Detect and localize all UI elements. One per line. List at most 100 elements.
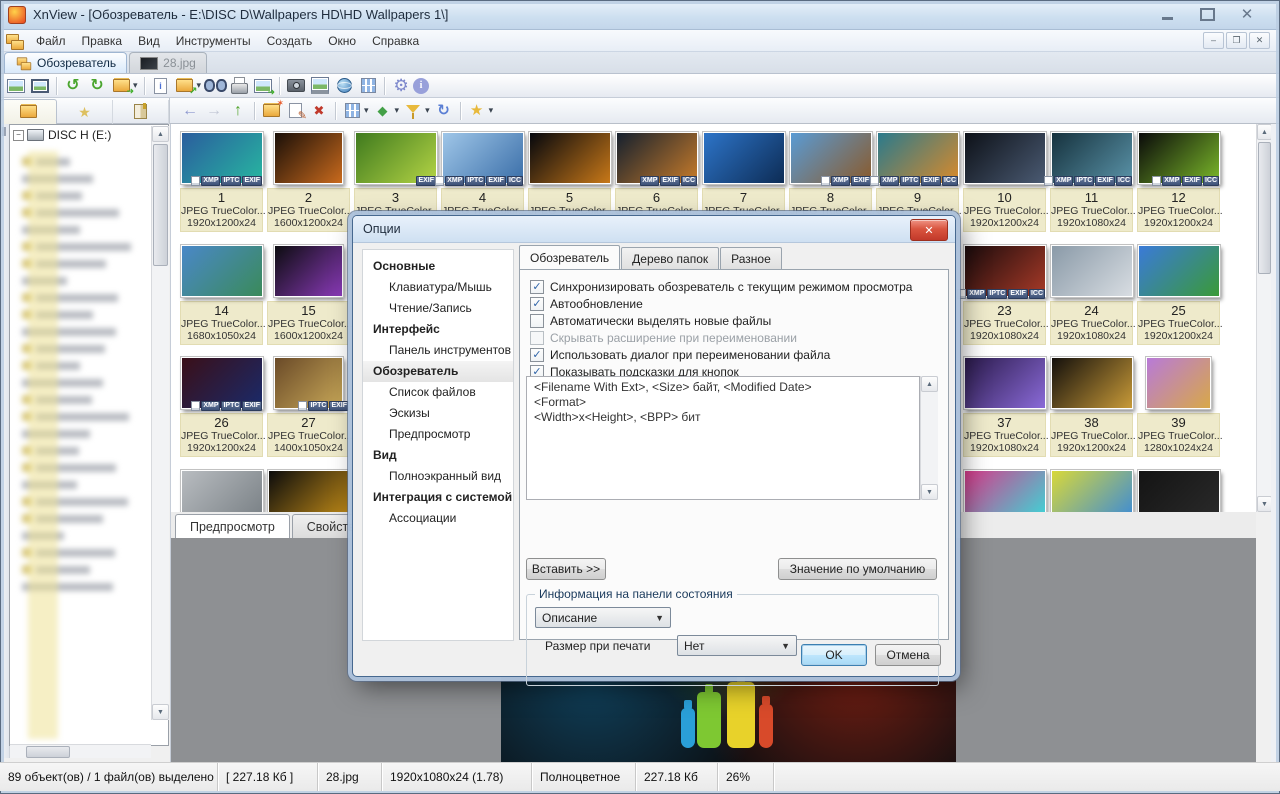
sort-button[interactable]: ◆ (371, 100, 395, 122)
rename-button[interactable] (283, 100, 307, 122)
tree-scrollbar[interactable]: ▲ ▼ (151, 126, 169, 720)
categories-panel-tab-icon[interactable] (129, 101, 153, 123)
thumbnail-cell[interactable] (180, 466, 263, 513)
favorites-button[interactable]: ★ (465, 100, 489, 122)
thumbnail-cell[interactable]: XMPIPTCEXIF1JPEG TrueColor...1920x1200x2… (180, 128, 263, 232)
browser-view-button[interactable] (4, 75, 28, 97)
checkbox-checked-icon[interactable]: ✓ (530, 297, 544, 311)
rotate-cw-button[interactable]: ↻ (85, 75, 109, 97)
checkbox-checked-icon[interactable]: ✓ (530, 280, 544, 294)
chevron-down-icon[interactable]: ▾ (489, 105, 494, 116)
thumbnail-cell[interactable]: 10JPEG TrueColor...1920x1200x24 (963, 128, 1046, 232)
back-button[interactable]: ← (178, 100, 202, 122)
options-tab-Дерево папок[interactable]: Дерево папок (621, 247, 719, 269)
options-category-Список файлов[interactable]: Список файлов (363, 382, 513, 403)
options-category-Чтение/Запись[interactable]: Чтение/Запись (363, 298, 513, 319)
search-button[interactable] (203, 75, 227, 97)
menu-item[interactable]: Правка (74, 32, 131, 50)
options-category-Панель инструментов[interactable]: Панель инструментов (363, 340, 513, 361)
thumbnail-cell[interactable]: XMPEXIFICC6JPEG TrueColor... (615, 128, 698, 220)
menu-item[interactable]: Окно (320, 32, 364, 50)
view-mode-button[interactable] (340, 100, 364, 122)
chevron-down-icon[interactable]: ▾ (425, 105, 430, 116)
template-scrollbar[interactable]: ▲ ▼ (920, 376, 938, 500)
rotate-ccw-button[interactable]: ↺ (61, 75, 85, 97)
thumbnail-cell[interactable]: 15JPEG TrueColor...1600x1200x24 (267, 241, 350, 345)
thumbnail-cell[interactable]: IPTCEXIF27JPEG TrueColor...1400x1050x24 (267, 353, 350, 457)
options-category-Ассоциации[interactable]: Ассоциации (363, 508, 513, 529)
thumbnail-cell[interactable]: EXIF3JPEG TrueColor... (354, 128, 437, 220)
thumbnail-cell[interactable] (1137, 466, 1220, 513)
settings-button[interactable]: ⚙ (389, 75, 413, 97)
capture-button[interactable] (284, 75, 308, 97)
mdi-close-button[interactable]: ✕ (1249, 32, 1270, 49)
options-tab-Обозреватель[interactable]: Обозреватель (519, 245, 620, 269)
thumbnail-cell[interactable] (1050, 466, 1133, 513)
web-page-button[interactable] (332, 75, 356, 97)
thumbnail-cell[interactable]: XMPIPTCEXIFICC11JPEG TrueColor...1920x10… (1050, 128, 1133, 232)
thumbnail-cell[interactable]: 39JPEG TrueColor...1280x1024x24 (1137, 353, 1220, 457)
options-category-Эскизы[interactable]: Эскизы (363, 403, 513, 424)
open-with-button[interactable] (173, 75, 197, 97)
minimize-button[interactable] (1154, 6, 1180, 24)
panel-tab-Предпросмотр[interactable]: Предпросмотр (175, 514, 290, 538)
thumbnail-cell[interactable] (267, 466, 350, 513)
refresh-button[interactable]: ↻ (432, 100, 456, 122)
contact-sheet-button[interactable] (356, 75, 380, 97)
mdi-restore-button[interactable]: ❐ (1226, 32, 1247, 49)
checkbox-row[interactable]: ✓Использовать диалог при переименовании … (530, 347, 948, 363)
browser-scrollbar[interactable]: ▲ ▼ (1256, 124, 1272, 512)
dialog-close-button[interactable]: ✕ (910, 219, 948, 241)
properties-button[interactable] (149, 75, 173, 97)
batch-convert-button[interactable] (109, 75, 133, 97)
mdi-tab-28.jpg[interactable]: 28.jpg (129, 52, 207, 73)
folders-panel-tab[interactable] (0, 99, 57, 124)
mdi-minimize-button[interactable]: – (1203, 32, 1224, 49)
maximize-button[interactable] (1194, 6, 1220, 24)
ok-button[interactable]: OK (801, 644, 867, 666)
thumbnail-cell[interactable]: XMPEXIF8JPEG TrueColor... (789, 128, 872, 220)
print-button[interactable] (227, 75, 251, 97)
menu-item[interactable]: Инструменты (168, 32, 259, 50)
up-button[interactable]: ↑ (226, 100, 250, 122)
options-category-Предпросмотр[interactable]: Предпросмотр (363, 424, 513, 445)
options-category-Вид[interactable]: Вид (363, 445, 513, 466)
options-category-Клавиатура/Мышь[interactable]: Клавиатура/Мышь (363, 277, 513, 298)
thumbnail-cell[interactable]: XMPIPTCEXIFICC9JPEG TrueColor... (876, 128, 959, 220)
menu-item[interactable]: Справка (364, 32, 427, 50)
options-category-Интеграция с системой[interactable]: Интеграция с системой (363, 487, 513, 508)
menu-item[interactable]: Вид (130, 32, 168, 50)
menu-item[interactable]: Файл (28, 32, 74, 50)
fullscreen-button[interactable] (28, 75, 52, 97)
info-button[interactable]: i (413, 78, 429, 94)
options-category-Обозреватель[interactable]: Обозреватель (363, 361, 513, 382)
default-value-button[interactable]: Значение по умолчанию (778, 558, 937, 580)
thumbnail-cell[interactable]: 14JPEG TrueColor...1680x1050x24 (180, 241, 263, 345)
thumbnail-cell[interactable]: 38JPEG TrueColor...1920x1200x24 (1050, 353, 1133, 457)
checkbox-row[interactable]: Скрывать расширение при переименовании (530, 330, 948, 346)
delete-button[interactable]: ✖ (307, 100, 331, 122)
thumbnail-cell[interactable]: 24JPEG TrueColor...1920x1080x24 (1050, 241, 1133, 345)
favorites-panel-tab-icon[interactable]: ★ (73, 101, 97, 123)
info-type-select[interactable]: Описание ▼ (535, 607, 671, 628)
checkbox-row[interactable]: ✓Синхронизировать обозреватель с текущим… (530, 279, 948, 295)
checkbox-row[interactable]: ✓Автообновление (530, 296, 948, 312)
checkbox-row[interactable]: Автоматически выделять новые файлы (530, 313, 948, 329)
forward-button[interactable]: → (202, 100, 226, 122)
slideshow-button[interactable] (308, 75, 332, 97)
copy-move-button[interactable] (251, 75, 275, 97)
thumbnail-cell[interactable]: 37JPEG TrueColor...1920x1080x24 (963, 353, 1046, 457)
insert-button[interactable]: Вставить >> (526, 558, 606, 580)
statusbar-template-input[interactable]: <Filename With Ext>, <Size> байт, <Modif… (526, 376, 920, 500)
dialog-title-bar[interactable]: Опции (353, 216, 955, 243)
new-folder-button[interactable] (259, 100, 283, 122)
mdi-tab-Обозреватель[interactable]: Обозреватель (4, 52, 127, 73)
thumbnail-cell[interactable]: 7JPEG TrueColor... (702, 128, 785, 220)
favorites-panel-tab[interactable]: ★ (57, 100, 113, 124)
tree-horizontal-scrollbar[interactable] (10, 744, 151, 758)
menu-item[interactable]: Создать (259, 32, 321, 50)
filter-button[interactable] (401, 100, 425, 122)
thumbnail-cell[interactable]: 5JPEG TrueColor... (528, 128, 611, 220)
cancel-button[interactable]: Отмена (875, 644, 941, 666)
checkbox-checked-icon[interactable]: ✓ (530, 348, 544, 362)
